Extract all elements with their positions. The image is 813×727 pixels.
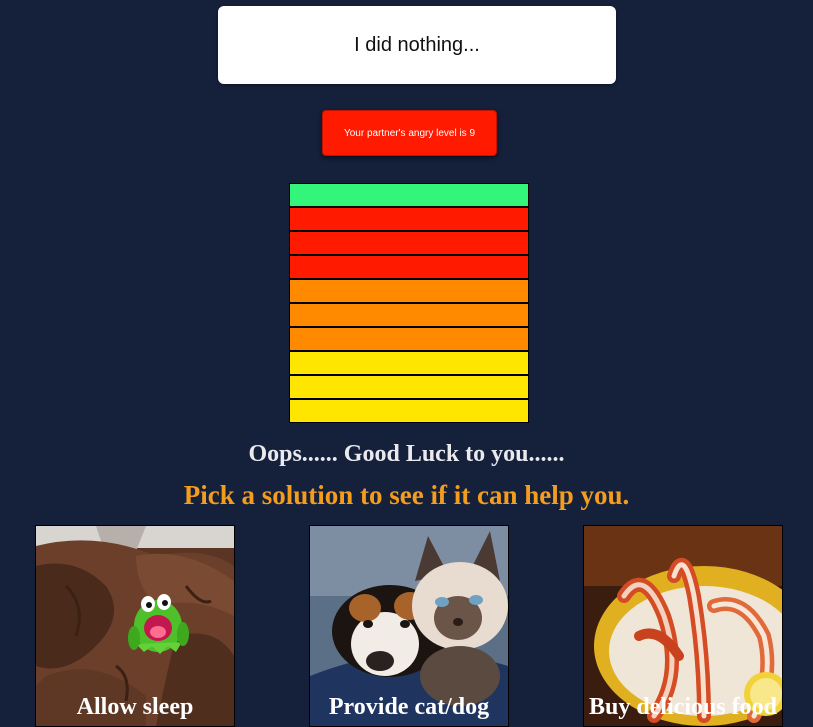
angry-level-label: Your partner's angry level is 9 [343,127,476,139]
solution-prompt: Pick a solution to see if it can help yo… [183,480,630,510]
solution-card-food[interactable]: Buy delicious food [583,525,783,727]
meter-segment [289,207,529,231]
angry-level-button[interactable]: Your partner's angry level is 9 [322,110,497,156]
meter-segment [289,255,529,279]
meter-segment [289,183,529,207]
angry-meter [289,183,529,423]
message-box: I did nothing... [218,6,616,84]
meter-segment [289,327,529,351]
meter-segment [289,351,529,375]
message-text: I did nothing... [354,33,480,56]
meter-segment [289,279,529,303]
meter-segment [289,231,529,255]
headline: Oops...... Good Luck to you...... [248,441,565,467]
solution-card-pet[interactable]: Provide cat/dog [309,525,509,727]
meter-segment [289,375,529,399]
solution-card-sleep[interactable]: Allow sleep [35,525,235,727]
meter-segment [289,303,529,327]
meter-segment [289,399,529,423]
